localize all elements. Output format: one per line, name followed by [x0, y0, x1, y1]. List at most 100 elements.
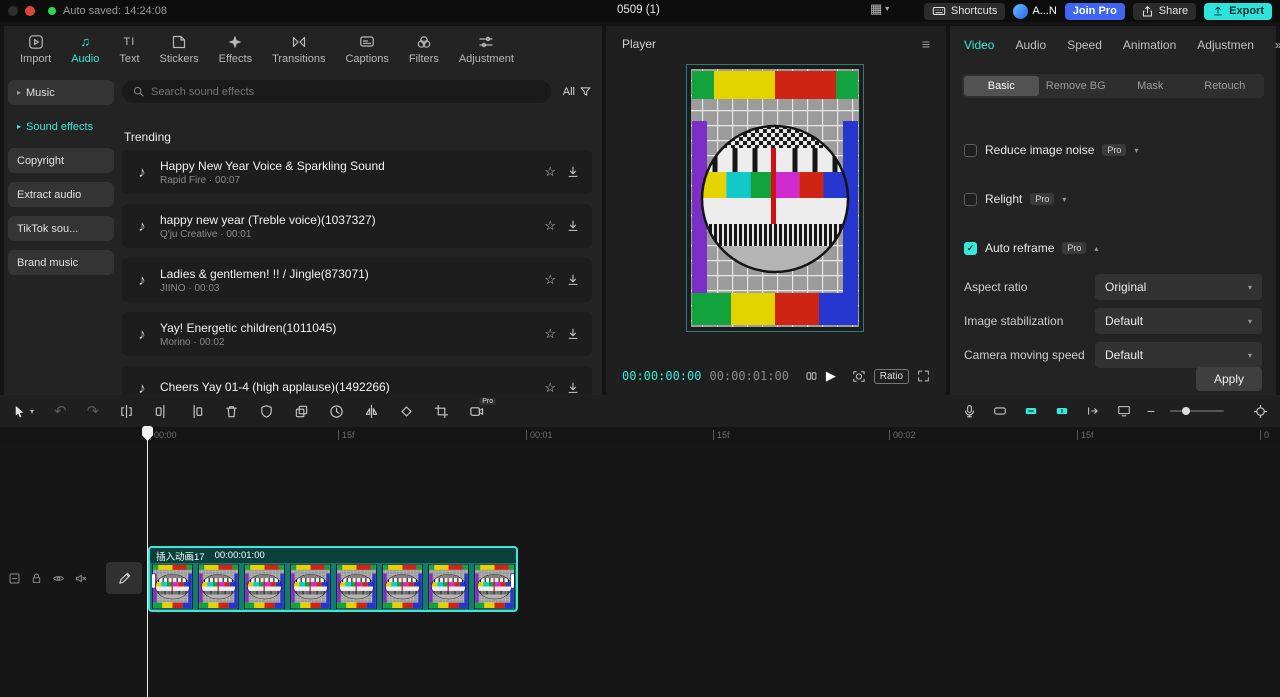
video-clip[interactable]: 插入动画17 00:00:01:00 [148, 546, 518, 612]
sound-row[interactable]: ♪ happy new year (Treble voice)(1037327)… [122, 204, 592, 248]
tab-captions[interactable]: Captions [335, 31, 398, 67]
mute-speaker-icon[interactable] [74, 572, 87, 585]
subtab-basic[interactable]: Basic [964, 76, 1039, 96]
tab-adjustment[interactable]: Adjustment [449, 31, 524, 67]
clip-trim-handle-right[interactable] [511, 574, 514, 588]
timeline-tracks[interactable]: 插入动画17 00:00:01:00 [0, 443, 1280, 697]
track-toggle-video[interactable] [1023, 404, 1039, 418]
tab-adjustment-props[interactable]: Adjustmen [1197, 38, 1254, 52]
relight-checkbox[interactable] [964, 192, 977, 206]
play-button[interactable]: ▶ [826, 368, 836, 384]
split-button[interactable] [119, 404, 134, 419]
snapshot-icon[interactable] [852, 369, 866, 384]
favorite-star-icon[interactable]: ☆ [544, 218, 556, 234]
timeline-ruler[interactable]: 00:00 15f 00:01 15f 00:02 15f 0 [0, 427, 1280, 443]
clip-expand-button[interactable] [1085, 404, 1101, 418]
sidebar-item-extract-audio[interactable]: Extract audio [8, 182, 114, 207]
tab-video[interactable]: Video [964, 38, 994, 52]
player-menu-icon[interactable]: ≡ [922, 36, 930, 52]
reduce-noise-checkbox[interactable] [964, 143, 977, 157]
tab-audio-props[interactable]: Audio [1015, 38, 1046, 52]
tab-audio[interactable]: ♫ Audio [61, 31, 109, 67]
ratio-button[interactable]: Ratio [873, 368, 910, 384]
search-box[interactable] [122, 80, 551, 103]
tab-text[interactable]: TI Text [109, 31, 149, 67]
zoom-out-button[interactable]: − [1147, 404, 1155, 418]
crop-button[interactable] [434, 404, 449, 419]
frame-view-icon[interactable] [805, 369, 818, 383]
eye-icon[interactable] [52, 572, 65, 585]
download-icon[interactable] [566, 165, 580, 179]
account-chip[interactable]: A...N [1013, 3, 1057, 19]
tab-speed[interactable]: Speed [1067, 38, 1102, 52]
mirror-button[interactable] [364, 404, 379, 419]
select-tool[interactable]: ▾ [12, 404, 34, 419]
video-preview[interactable] [686, 64, 864, 332]
redo-button[interactable]: ↷ [87, 404, 100, 419]
favorite-star-icon[interactable]: ☆ [544, 326, 556, 342]
subtab-remove-bg[interactable]: Remove BG [1039, 76, 1114, 96]
chevron-down-icon[interactable]: ▾ [1134, 146, 1138, 155]
shortcuts-button[interactable]: Shortcuts [923, 2, 1006, 20]
favorite-star-icon[interactable]: ☆ [544, 380, 556, 395]
sidebar-item-music[interactable]: ▸ Music [8, 80, 114, 105]
sound-row[interactable]: ♪ Happy New Year Voice & Sparkling Sound… [122, 150, 592, 194]
cover-edit-button[interactable] [106, 562, 142, 594]
layout-switcher[interactable]: ▦ ▾ [870, 2, 889, 15]
tab-transitions[interactable]: Transitions [262, 31, 335, 67]
tab-effects[interactable]: Effects [209, 31, 262, 67]
pro-tool-button[interactable]: Pro [469, 397, 497, 419]
aspect-ratio-select[interactable]: Original ▾ [1095, 274, 1262, 300]
sidebar-item-brand-music[interactable]: Brand music [8, 250, 114, 275]
track-toggle-audio[interactable] [992, 404, 1008, 418]
trim-right-button[interactable] [189, 404, 204, 419]
trim-left-button[interactable] [154, 404, 169, 419]
subtab-mask[interactable]: Mask [1113, 76, 1188, 96]
lock-icon[interactable] [30, 572, 43, 585]
camera-speed-select[interactable]: Default ▾ [1095, 342, 1262, 368]
sound-row[interactable]: ♪ Cheers Yay 01-4 (high applause)(149226… [122, 366, 592, 395]
clip-trim-handle-left[interactable] [152, 574, 155, 588]
download-icon[interactable] [566, 219, 580, 233]
export-button[interactable]: Export [1204, 2, 1272, 20]
favorite-star-icon[interactable]: ☆ [544, 272, 556, 288]
sidebar-item-copyright[interactable]: Copyright [8, 148, 114, 173]
collapse-track-icon[interactable] [8, 572, 21, 585]
sidebar-item-tiktok-sounds[interactable]: TikTok sou... [8, 216, 114, 241]
download-icon[interactable] [566, 273, 580, 287]
window-close-button[interactable] [8, 6, 18, 16]
stabilization-select[interactable]: Default ▾ [1095, 308, 1262, 334]
undo-button[interactable]: ↶ [54, 404, 67, 419]
more-tabs-icon[interactable]: » [1275, 38, 1280, 52]
tab-animation[interactable]: Animation [1123, 38, 1176, 52]
auto-reframe-checkbox[interactable]: ✓ [964, 241, 977, 255]
sidebar-item-sound-effects[interactable]: ▸ Sound effects [8, 114, 114, 139]
window-minimize-button[interactable] [25, 6, 35, 16]
tab-stickers[interactable]: Stickers [150, 31, 209, 67]
chevron-down-icon[interactable]: ▾ [1062, 195, 1066, 204]
rotate-button[interactable] [399, 404, 414, 419]
snap-target-button[interactable] [1253, 404, 1268, 419]
download-icon[interactable] [566, 381, 580, 395]
search-input[interactable] [151, 85, 541, 98]
sound-filter[interactable]: All [563, 85, 592, 98]
speed-button[interactable] [329, 404, 344, 419]
track-toggle-text[interactable] [1054, 404, 1070, 418]
download-icon[interactable] [566, 327, 580, 341]
overlay-button[interactable] [294, 404, 309, 419]
delete-button[interactable] [224, 404, 239, 419]
zoom-slider-knob[interactable] [1182, 407, 1190, 415]
playhead-line[interactable] [147, 427, 148, 697]
sound-row[interactable]: ♪ Ladies & gentlemen! !! / Jingle(873071… [122, 258, 592, 302]
sound-row[interactable]: ♪ Yay! Energetic children(1011045) Morin… [122, 312, 592, 356]
join-pro-button[interactable]: Join Pro [1064, 2, 1125, 20]
timeline-zoom-slider[interactable] [1170, 407, 1224, 415]
share-button[interactable]: Share [1132, 2, 1197, 20]
fullscreen-icon[interactable] [917, 369, 930, 383]
apply-button[interactable]: Apply [1195, 367, 1262, 391]
favorite-star-icon[interactable]: ☆ [544, 164, 556, 180]
chevron-up-icon[interactable]: ▴ [1094, 244, 1098, 253]
subtab-retouch[interactable]: Retouch [1188, 76, 1263, 96]
tab-import[interactable]: Import [10, 31, 61, 67]
freeze-frame-button[interactable] [259, 404, 274, 419]
